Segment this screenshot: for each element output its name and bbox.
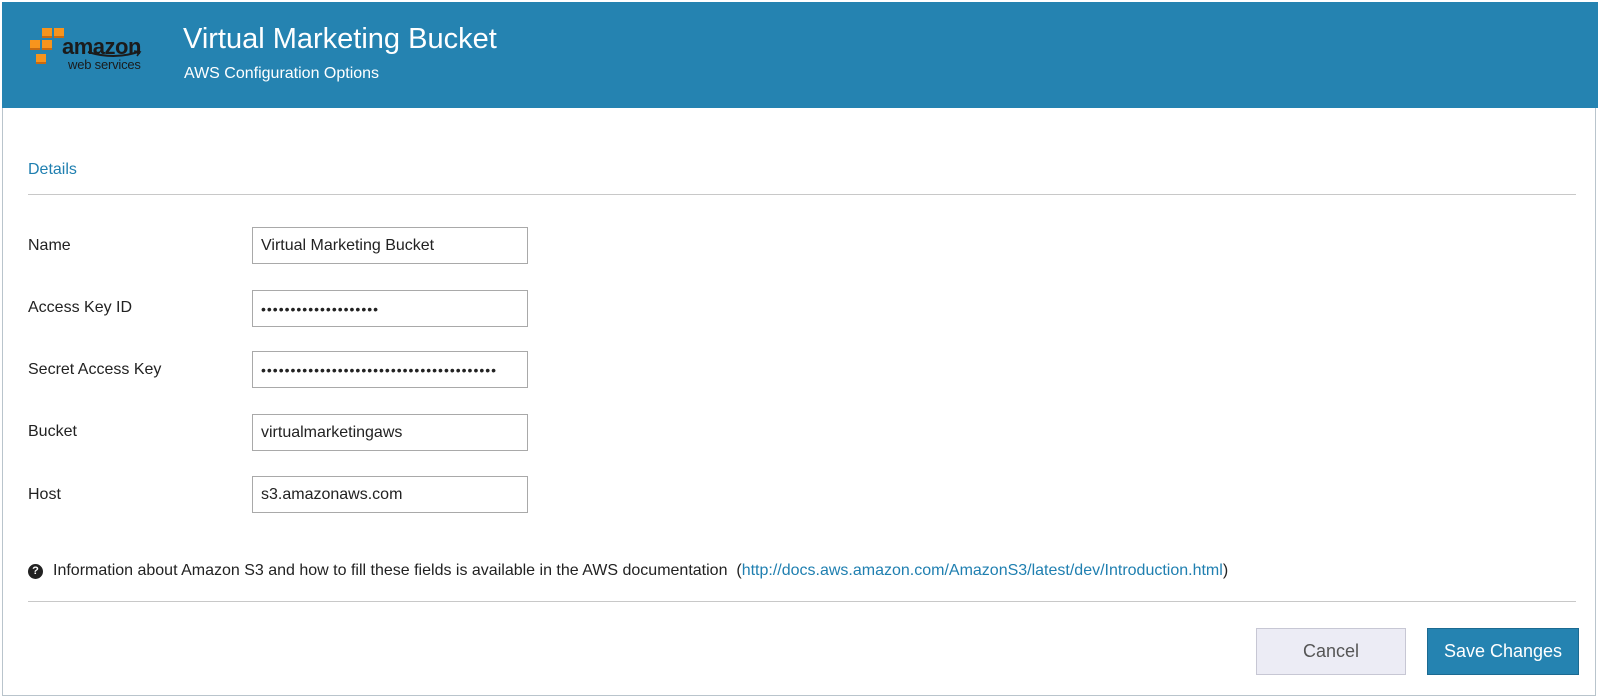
aws-docs-link[interactable]: http://docs.aws.amazon.com/AmazonS3/late… <box>742 562 1223 579</box>
section-divider <box>28 194 1576 195</box>
header-bar: amazon web services Virtual Marketing Bu… <box>2 2 1598 108</box>
info-note: ? Information about Amazon S3 and how to … <box>28 560 1228 582</box>
question-circle-icon: ? <box>28 564 43 579</box>
info-link-close-paren: ) <box>1222 562 1229 579</box>
name-label: Name <box>28 237 71 254</box>
logo-tagline: web services <box>68 57 141 72</box>
bucket-label: Bucket <box>28 423 77 440</box>
host-label: Host <box>28 486 61 503</box>
details-section-label: Details <box>28 161 77 178</box>
page-title: Virtual Marketing Bucket <box>183 23 497 55</box>
secret-access-key-label: Secret Access Key <box>28 361 162 378</box>
name-input[interactable] <box>252 227 528 264</box>
bucket-input[interactable] <box>252 414 528 451</box>
access-key-id-input[interactable] <box>252 290 528 327</box>
aws-logo: amazon web services <box>28 26 158 78</box>
save-changes-button[interactable]: Save Changes <box>1427 628 1579 675</box>
info-text: Information about Amazon S3 and how to f… <box>53 562 728 579</box>
secret-access-key-input[interactable] <box>252 351 528 388</box>
page-subtitle: AWS Configuration Options <box>184 65 380 82</box>
host-input[interactable] <box>252 476 528 513</box>
cancel-button[interactable]: Cancel <box>1256 628 1406 675</box>
footer-divider <box>28 601 1576 602</box>
access-key-id-label: Access Key ID <box>28 299 133 316</box>
